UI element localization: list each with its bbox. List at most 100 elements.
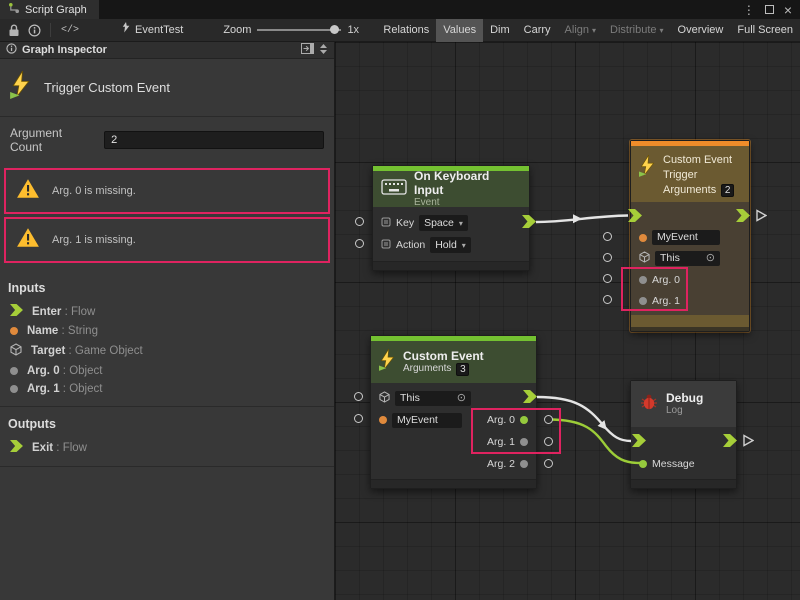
relations-button[interactable]: Relations [376, 19, 436, 42]
warning-icon [16, 227, 40, 253]
message-label: Message [652, 458, 695, 470]
code-view-icon[interactable]: </> [57, 19, 83, 42]
argument-count-input[interactable] [104, 131, 324, 149]
inputs-heading: Inputs [0, 271, 334, 301]
unity-script-graph-window: Script Graph ⋮ × </> EventTest Zoom [0, 0, 800, 600]
trigger-exit-port[interactable] [736, 209, 750, 227]
target-field[interactable]: This ⊙ [395, 391, 471, 406]
input-pin-arg0: Arg. 0 : Object [0, 362, 334, 380]
trigger-enter-port[interactable] [628, 209, 642, 227]
debug-exit-port[interactable] [723, 434, 737, 452]
arg2-output-dot[interactable] [520, 460, 528, 468]
node-debug-log[interactable]: Debug Log Message [630, 380, 737, 489]
warning-icon [16, 178, 40, 204]
argument-count-badge: 2 [721, 184, 734, 197]
title-bar: Script Graph ⋮ × [0, 0, 800, 19]
script-graph-icon [8, 2, 20, 17]
event-arg1-row: Arg. 1 [483, 431, 532, 453]
info-icon [6, 43, 17, 57]
target-picker-icon[interactable]: ⊙ [457, 391, 466, 406]
node-title: Custom Event [403, 349, 484, 363]
node-title-line1: Custom Event [663, 153, 734, 168]
event-arg2-outer-port[interactable] [544, 459, 553, 468]
zoom-slider[interactable] [257, 29, 341, 31]
key-label: Key [396, 217, 414, 229]
flow-arrow-icon [10, 440, 23, 455]
event-arg2-row: Arg. 2 [483, 453, 532, 475]
keyboard-trigger-output-port[interactable] [522, 215, 536, 233]
arg0-output-dot[interactable] [520, 416, 528, 424]
string-port-icon [639, 234, 647, 242]
distribute-button[interactable]: Distribute ▾ [603, 19, 670, 42]
argument-count-badge: 3 [456, 363, 469, 376]
fullscreen-button[interactable]: Full Screen [730, 19, 800, 42]
target-field[interactable]: This ⊙ [655, 251, 720, 266]
values-button[interactable]: Values [436, 19, 483, 42]
key-input-port[interactable] [355, 217, 364, 226]
bug-icon [639, 393, 659, 415]
carry-button[interactable]: Carry [517, 19, 558, 42]
align-button[interactable]: Align ▾ [558, 19, 603, 42]
action-dropdown[interactable]: Hold ▾ [430, 237, 471, 253]
overview-button[interactable]: Overview [671, 19, 731, 42]
flow-arrow-icon [10, 304, 23, 319]
port-type-icon [381, 239, 391, 252]
target-picker-icon[interactable]: ⊙ [706, 251, 715, 266]
lightning-bolt-icon [379, 349, 396, 376]
zoom-value: 1x [347, 24, 359, 36]
selected-unit-title: Trigger Custom Event [44, 80, 170, 95]
lock-icon[interactable] [4, 19, 24, 42]
input-pin-name: Name : String [0, 322, 334, 340]
node-title: On Keyboard Input [414, 169, 521, 197]
event-name-field[interactable]: MyEvent [392, 413, 462, 428]
key-dropdown[interactable]: Space ▾ [419, 215, 468, 231]
tab-script-graph[interactable]: Script Graph [0, 0, 99, 19]
object-port-icon [639, 276, 647, 284]
graph-canvas[interactable]: On Keyboard Input Event Key Space ▾ Acti… [335, 42, 800, 600]
inspector-title: Graph Inspector [22, 44, 107, 56]
dock-panel-icon[interactable] [301, 43, 314, 57]
flow-continuation-icon [742, 434, 754, 452]
chevron-down-icon: ▾ [592, 19, 596, 42]
close-window-icon[interactable]: × [784, 2, 792, 18]
dim-button[interactable]: Dim [483, 19, 517, 42]
string-port-icon [379, 416, 387, 424]
object-port-icon [10, 367, 18, 375]
action-input-port[interactable] [355, 239, 364, 248]
event-arg1-outer-port[interactable] [544, 437, 553, 446]
event-arg0-row: Arg. 0 [483, 409, 532, 431]
event-trigger-output-port[interactable] [523, 390, 537, 408]
node-trigger-custom-event[interactable]: Custom Event Trigger Arguments 2 MyEvent [630, 140, 750, 332]
cube-icon [379, 391, 390, 406]
event-name-field[interactable]: MyEvent [652, 230, 720, 245]
graph-toolbar: </> EventTest Zoom 1x Relations Values D… [0, 19, 800, 42]
event-name-port[interactable] [354, 414, 363, 423]
graph-inspector-header: Graph Inspector [0, 42, 334, 59]
info-icon[interactable] [24, 19, 44, 42]
arg1-output-dot[interactable] [520, 438, 528, 446]
wire-arrowhead [598, 420, 611, 433]
event-arg0-outer-port[interactable] [544, 415, 553, 424]
message-input-dot[interactable] [639, 460, 647, 468]
trigger-arg1-port[interactable] [603, 295, 612, 304]
restore-window-icon[interactable] [765, 5, 774, 14]
node-custom-event[interactable]: Custom Event Arguments 3 This ⊙ [370, 335, 537, 489]
node-on-keyboard-input[interactable]: On Keyboard Input Event Key Space ▾ Acti… [372, 165, 530, 271]
panel-scroll-arrows-icon[interactable] [319, 43, 328, 58]
trigger-target-port[interactable] [603, 253, 612, 262]
arg0-label: Arg. 0 [652, 274, 680, 286]
tab-title: Script Graph [25, 4, 87, 16]
arg0-label: Arg. 0 [487, 414, 515, 426]
wire-arrowhead [573, 214, 582, 223]
graph-breadcrumb[interactable]: EventTest [113, 19, 190, 42]
kebab-menu-icon[interactable]: ⋮ [743, 3, 755, 17]
event-target-port[interactable] [354, 392, 363, 401]
object-port-icon [639, 297, 647, 305]
output-pin-exit: Exit : Flow [0, 437, 334, 458]
trigger-name-port[interactable] [603, 232, 612, 241]
debug-enter-port[interactable] [632, 434, 646, 452]
zoom-slider-handle[interactable] [330, 25, 339, 34]
arg2-label: Arg. 2 [487, 458, 515, 470]
object-port-icon [10, 385, 18, 393]
trigger-arg0-port[interactable] [603, 274, 612, 283]
